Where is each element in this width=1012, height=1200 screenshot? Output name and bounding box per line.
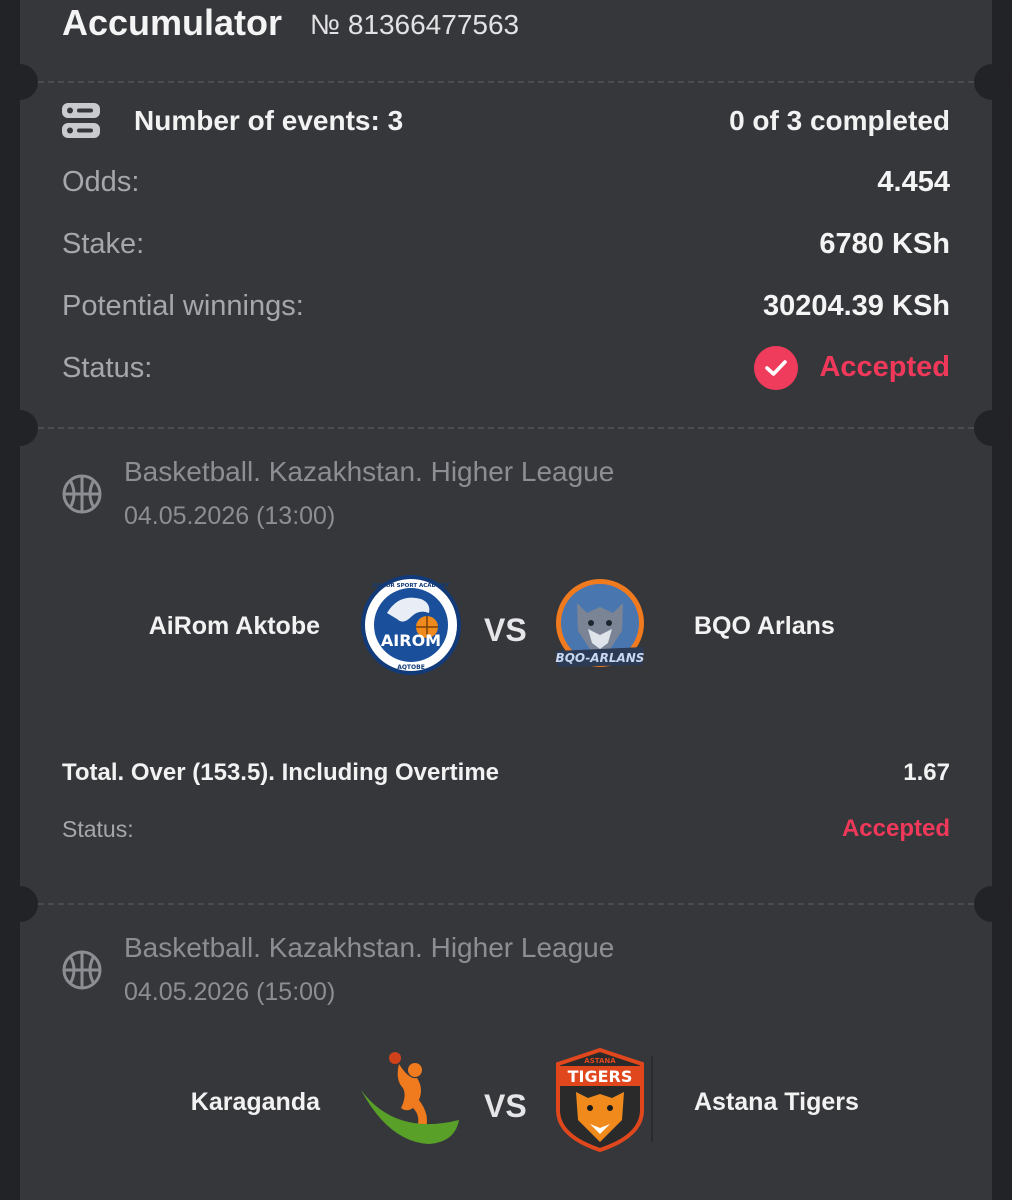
completed-count: 0 of 3 completed: [729, 105, 950, 136]
bet-number: № 81366477563: [310, 9, 520, 40]
karaganda-logo: [359, 1050, 463, 1154]
airom-logo: AIROM JUNIOR SPORT ACADEMY AQTOBE: [359, 573, 463, 677]
dashed-divider: [38, 903, 974, 905]
league-name: Basketball. Kazakhstan. Higher League: [124, 932, 615, 963]
status-accepted: Accepted: [819, 351, 950, 383]
event-datetime: 04.05.2026 (15:00): [124, 978, 336, 1006]
svg-text:AQTOBE: AQTOBE: [397, 664, 425, 671]
versus-label: VS: [484, 1088, 527, 1124]
potential-winnings-value: 30204.39 KSh: [762, 290, 950, 322]
event-status-label: Status:: [62, 816, 134, 842]
ticket-notch: [974, 886, 1010, 922]
svg-text:BQO-ARLANS: BQO-ARLANS: [556, 651, 645, 665]
event-status-accepted: Accepted: [841, 815, 950, 842]
ticket-notch: [2, 410, 38, 446]
bqo-arlans-logo: BQO-ARLANS: [550, 573, 654, 677]
ticket-notch: [2, 64, 38, 100]
logo-separator: [651, 1056, 653, 1142]
home-team-name: AiRom Aktobe: [148, 612, 320, 640]
number-of-events: Number of events: 3: [134, 105, 404, 136]
potential-winnings-label: Potential winnings:: [62, 290, 304, 322]
events-list-icon: [62, 103, 100, 144]
status-label: Status:: [62, 352, 153, 384]
stake-value: 6780 KSh: [819, 228, 950, 260]
svg-text:AIROM: AIROM: [381, 631, 441, 650]
ticket-notch: [2, 886, 38, 922]
dashed-divider: [38, 427, 974, 429]
svg-text:TIGERS: TIGERS: [568, 1067, 633, 1086]
astana-tigers-logo: ASTANA TIGERS: [550, 1047, 654, 1153]
odds-label: Odds:: [62, 166, 140, 198]
ticket-notch: [974, 64, 1010, 100]
bet-type-title: Accumulator: [62, 2, 283, 43]
versus-label: VS: [484, 612, 527, 648]
event-odds: 1.67: [903, 759, 950, 786]
ticket-notch: [974, 410, 1010, 446]
away-team-name: BQO Arlans: [694, 612, 835, 640]
away-team-name: Astana Tigers: [694, 1088, 859, 1116]
odds-value: 4.454: [877, 166, 950, 198]
check-circle-icon: [754, 346, 798, 390]
home-team-name: Karaganda: [190, 1088, 320, 1116]
bet-market: Total. Over (153.5). Including Overtime: [62, 759, 500, 786]
svg-text:ASTANA: ASTANA: [584, 1057, 616, 1065]
basketball-icon: [62, 950, 102, 990]
event-datetime: 04.05.2026 (13:00): [124, 502, 336, 530]
league-name: Basketball. Kazakhstan. Higher League: [124, 456, 615, 487]
stake-label: Stake:: [62, 228, 145, 260]
basketball-icon: [62, 474, 102, 514]
bet-card: [20, 0, 992, 1200]
svg-text:JUNIOR SPORT ACADEMY: JUNIOR SPORT ACADEMY: [372, 583, 451, 589]
dashed-divider: [38, 81, 974, 83]
